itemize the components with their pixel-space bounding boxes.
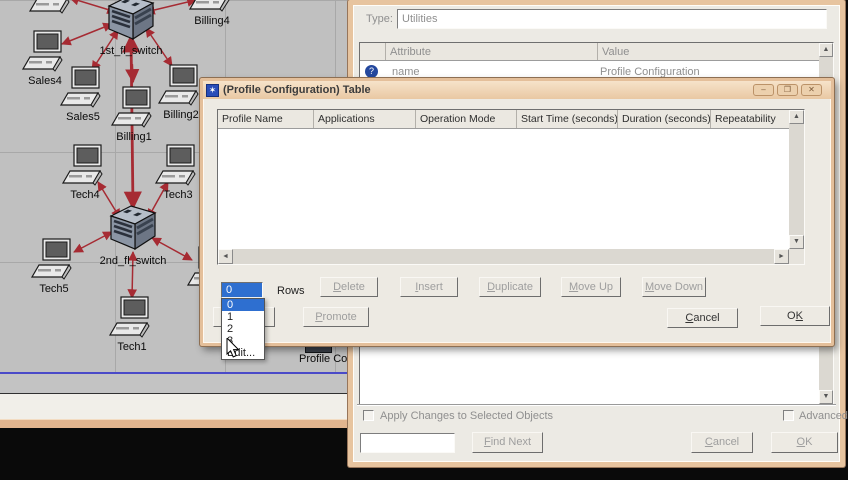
node-label: 2nd_fl_switch <box>99 255 167 267</box>
node-label: 1st_fl_switch <box>99 45 163 57</box>
promote-button[interactable]: Promote <box>303 307 369 327</box>
find-next-button[interactable]: Find Next <box>472 432 543 453</box>
scroll-corner <box>789 249 804 264</box>
attributes-table-header: Attribute Value <box>360 43 819 61</box>
screen: Billing4 1st_fl_switch Sales4 Sales5 Bil… <box>0 0 848 480</box>
dropdown-option-2[interactable]: 2 <box>222 323 264 335</box>
value-column-header[interactable]: Value <box>598 43 819 60</box>
col-repeatability[interactable]: Repeatability <box>711 110 789 128</box>
delete-button[interactable]: Delete <box>320 277 378 297</box>
workstation-icon <box>31 238 72 280</box>
minimize-icon[interactable]: – <box>753 84 774 96</box>
workstation-icon <box>155 144 196 186</box>
switch-icon <box>107 0 155 41</box>
scroll-right-icon[interactable]: ► <box>774 249 789 264</box>
duplicate-button[interactable]: Duplicate <box>479 277 541 297</box>
workstation-icon <box>29 0 70 14</box>
apply-changes-checkbox[interactable] <box>363 410 374 421</box>
statusbar-strip <box>0 394 348 419</box>
dialog-title: (Profile Configuration) Table <box>223 84 371 96</box>
type-input[interactable]: Utilities <box>397 9 827 29</box>
attribute-column-header[interactable]: Attribute <box>386 43 598 60</box>
scroll-down-icon[interactable]: ▼ <box>819 390 833 404</box>
col-profile-name[interactable]: Profile Name <box>218 110 314 128</box>
canvas-margin <box>0 374 348 393</box>
type-label: Type: <box>366 13 393 25</box>
node-label: Tech5 <box>39 283 69 295</box>
node-label: Billing4 <box>194 15 230 27</box>
dropdown-option-1[interactable]: 1 <box>222 311 264 323</box>
apply-changes-label: Apply Changes to Selected Objects <box>380 410 554 422</box>
switch-icon <box>109 204 157 251</box>
scroll-left-icon[interactable]: ◄ <box>218 249 233 264</box>
profiles-table-header: Profile Name Applications Operation Mode… <box>218 110 789 129</box>
col-applications[interactable]: Applications <box>314 110 416 128</box>
profiles-vscrollbar[interactable]: ▲ ▼ <box>789 110 804 249</box>
attribute-value-cell[interactable]: Profile Configuration <box>600 66 700 78</box>
node-tech4[interactable]: Tech4 <box>49 144 121 201</box>
rows-count-combobox[interactable]: 0 <box>221 282 263 298</box>
close-icon[interactable]: ✕ <box>801 84 822 96</box>
advanced-checkbox[interactable] <box>783 410 794 421</box>
link-sw1-billing1 <box>125 63 140 84</box>
help-icon[interactable]: ? <box>365 65 378 78</box>
maximize-icon[interactable]: ❐ <box>777 84 798 96</box>
profiles-table: Profile Name Applications Operation Mode… <box>217 109 805 265</box>
mouse-cursor <box>226 338 240 358</box>
cancel-button-attributes[interactable]: Cancel <box>691 432 753 453</box>
workstation-icon <box>62 144 103 186</box>
scroll-down-icon[interactable]: ▼ <box>789 235 804 249</box>
node-label: Tech4 <box>70 189 100 201</box>
scroll-up-icon[interactable]: ▲ <box>789 110 804 124</box>
dropdown-option-0[interactable]: 0 <box>222 299 264 311</box>
node-label: Tech1 <box>117 341 147 353</box>
app-icon: ✶ <box>206 83 219 97</box>
find-input[interactable] <box>360 433 455 453</box>
node-tech5[interactable]: Tech5 <box>18 238 90 295</box>
node-1st-fl-switch[interactable]: 1st_fl_switch <box>95 0 167 57</box>
workstation-icon <box>189 0 230 12</box>
node-tech1[interactable]: Tech1 <box>96 296 168 353</box>
icon-column-header <box>360 43 386 60</box>
rows-label: Rows <box>277 285 305 297</box>
cancel-button[interactable]: Cancel <box>667 308 738 328</box>
workstation-icon <box>158 64 199 106</box>
main-window-bottom-border <box>0 419 360 428</box>
move-down-button[interactable]: Move Down <box>642 277 706 297</box>
scroll-up-icon[interactable]: ▲ <box>819 43 833 57</box>
col-start-time[interactable]: Start Time (seconds) <box>517 110 618 128</box>
ok-button-attributes[interactable]: OK <box>771 432 838 453</box>
attribute-name-cell[interactable]: name <box>392 66 420 78</box>
ok-button[interactable]: OK <box>760 306 830 326</box>
profiles-hscrollbar[interactable]: ◄ ► <box>218 249 789 264</box>
node-label: Billing1 <box>116 131 152 143</box>
move-up-button[interactable]: Move Up <box>561 277 621 297</box>
insert-button[interactable]: Insert <box>400 277 458 297</box>
profile-table-dialog: ✶ (Profile Configuration) Table – ❐ ✕ Pr… <box>200 78 834 346</box>
node-billing4[interactable]: Billing4 <box>176 0 248 27</box>
separator <box>357 404 836 406</box>
dialog-titlebar[interactable]: ✶ (Profile Configuration) Table – ❐ ✕ <box>203 81 831 99</box>
workstation-icon <box>109 296 150 338</box>
node-pc-top-left[interactable] <box>16 0 88 17</box>
col-duration[interactable]: Duration (seconds) <box>618 110 711 128</box>
node-2nd-fl-switch[interactable]: 2nd_fl_switch <box>97 204 169 267</box>
advanced-label: Advanced <box>799 410 848 422</box>
col-operation-mode[interactable]: Operation Mode <box>416 110 517 128</box>
